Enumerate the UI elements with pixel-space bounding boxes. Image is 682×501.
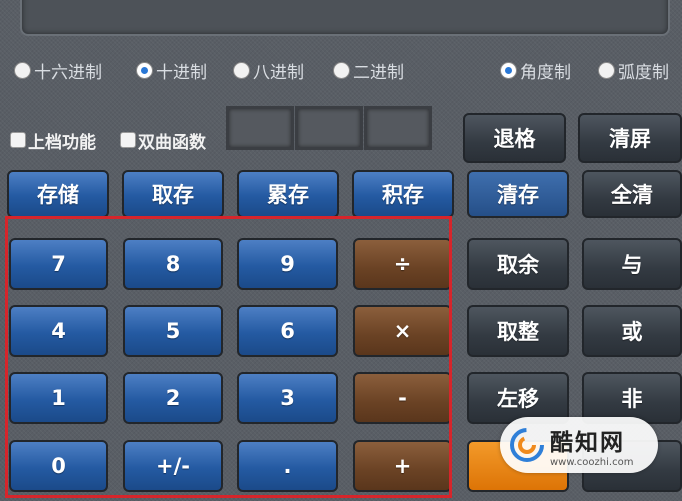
checkbox-box (120, 132, 136, 148)
radio-radians[interactable]: 弧度制 (598, 58, 669, 83)
all-clear-button[interactable]: 全清 (582, 170, 682, 218)
status-cell (226, 106, 294, 150)
radio-label: 八进制 (253, 62, 304, 83)
key-4[interactable]: 4 (9, 305, 108, 357)
memory-clear-button[interactable]: 清存 (467, 170, 569, 218)
radio-label: 二进制 (353, 62, 404, 83)
key-2[interactable]: 2 (123, 372, 223, 424)
checkbox-box (10, 132, 26, 148)
checkbox-label: 双曲函数 (138, 132, 206, 153)
key-subtract[interactable]: - (353, 372, 452, 424)
key-9[interactable]: 9 (237, 238, 338, 290)
radio-dot (333, 61, 350, 79)
memory-multiply-button[interactable]: 积存 (352, 170, 454, 218)
memory-recall-button[interactable]: 取存 (122, 170, 224, 218)
result-display (20, 0, 670, 36)
checkbox-shift[interactable]: 上档功能 (10, 129, 96, 153)
backspace-button[interactable]: 退格 (463, 113, 566, 163)
coozhi-logo-icon (510, 428, 544, 462)
radio-binary[interactable]: 二进制 (333, 58, 404, 83)
checkbox-hyperbolic[interactable]: 双曲函数 (120, 129, 206, 153)
watermark-title: 酷知网 (550, 429, 625, 456)
and-button[interactable]: 与 (582, 238, 682, 290)
key-divide[interactable]: ÷ (353, 238, 452, 290)
radio-dot (233, 61, 250, 79)
key-1[interactable]: 1 (9, 372, 108, 424)
radio-dot-selected (136, 61, 153, 79)
key-0[interactable]: 0 (9, 440, 108, 492)
or-button[interactable]: 或 (582, 305, 682, 357)
radio-hex[interactable]: 十六进制 (14, 58, 102, 83)
radio-octal[interactable]: 八进制 (233, 58, 304, 83)
status-cell (364, 106, 432, 150)
key-6[interactable]: 6 (237, 305, 338, 357)
radio-dot-selected (500, 61, 517, 79)
radio-dot (598, 61, 615, 79)
key-7[interactable]: 7 (9, 238, 108, 290)
key-5[interactable]: 5 (123, 305, 223, 357)
radio-dot (14, 61, 31, 79)
key-3[interactable]: 3 (237, 372, 338, 424)
clear-screen-button[interactable]: 清屏 (578, 113, 682, 163)
int-button[interactable]: 取整 (467, 305, 569, 357)
memory-add-button[interactable]: 累存 (237, 170, 339, 218)
radio-degrees[interactable]: 角度制 (500, 58, 571, 83)
mod-button[interactable]: 取余 (467, 238, 569, 290)
radio-label: 十六进制 (34, 62, 102, 83)
radio-decimal[interactable]: 十进制 (136, 58, 207, 83)
status-cell (295, 106, 363, 150)
radio-label: 十进制 (156, 62, 207, 83)
watermark: 酷知网 www.coozhi.com (500, 417, 658, 473)
memory-store-button[interactable]: 存储 (7, 170, 109, 218)
key-8[interactable]: 8 (123, 238, 223, 290)
key-add[interactable]: + (353, 440, 452, 492)
key-multiply[interactable]: × (353, 305, 452, 357)
radio-label: 弧度制 (618, 62, 669, 83)
key-sign[interactable]: +/- (123, 440, 223, 492)
watermark-url: www.coozhi.com (550, 456, 634, 468)
radio-label: 角度制 (520, 62, 571, 83)
checkbox-label: 上档功能 (28, 132, 96, 153)
key-decimal[interactable]: . (237, 440, 338, 492)
